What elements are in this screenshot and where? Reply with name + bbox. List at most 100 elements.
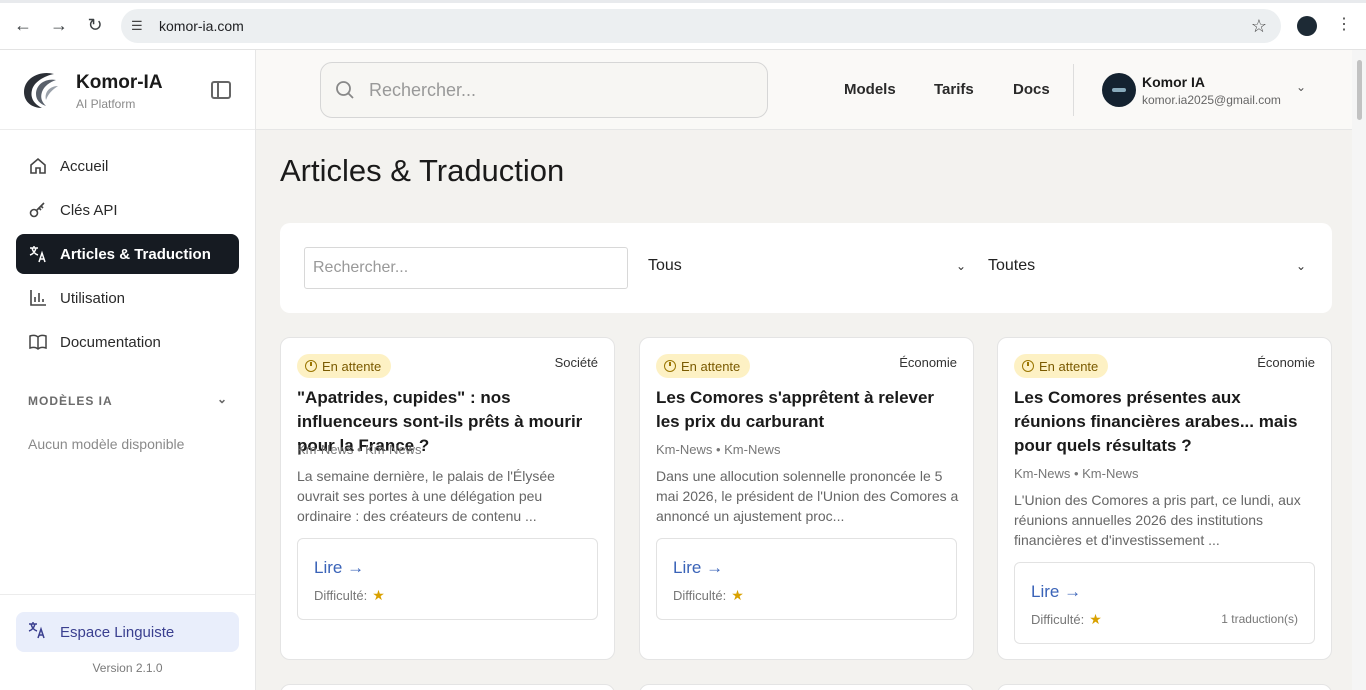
key-icon (28, 200, 48, 220)
nav-link-models[interactable]: Models (844, 81, 896, 98)
tab-strip (0, 0, 1366, 3)
article-category: Économie (1257, 355, 1315, 370)
page-scrollbar[interactable] (1352, 50, 1366, 690)
article-card[interactable]: En attente Société "Apatrides, cupides" … (280, 337, 615, 660)
site-info-icon[interactable]: ☰ (131, 18, 151, 34)
global-search[interactable] (320, 62, 768, 118)
scrollbar-thumb[interactable] (1357, 60, 1362, 120)
sidebar-item-label: Articles & Traduction (60, 245, 211, 263)
back-icon[interactable]: ← (12, 14, 34, 36)
read-link[interactable]: Lire → (673, 558, 723, 578)
clock-icon (305, 360, 317, 372)
article-action-box: Lire → Difficulté: ★ (297, 538, 598, 620)
browser-menu-icon[interactable]: ⋮ (1336, 14, 1352, 34)
article-title[interactable]: Les Comores s'apprêtent à relever les pr… (656, 386, 959, 434)
category-select[interactable]: Toutes ⌄ (988, 257, 1306, 275)
sidebar: Komor-IA AI Platform Accueil Clés API Ar… (0, 50, 256, 690)
read-link[interactable]: Lire → (1031, 582, 1081, 602)
url-text[interactable]: komor-ia.com (159, 18, 244, 34)
clock-icon (1022, 360, 1034, 372)
models-heading: MODÈLES IA (28, 394, 113, 408)
reload-icon[interactable]: ↻ (84, 14, 106, 36)
article-card[interactable] (280, 684, 615, 690)
status-badge-label: En attente (1039, 358, 1099, 374)
chevron-down-icon: ⌄ (1295, 259, 1306, 273)
translate-icon (28, 621, 48, 644)
nav-link-docs[interactable]: Docs (1013, 81, 1050, 98)
sidebar-item-label: Utilisation (60, 289, 126, 307)
translation-count: 1 traduction(s) (1221, 612, 1298, 626)
bookmark-star-icon[interactable]: ☆ (1251, 16, 1267, 37)
sidebar-item-cles-api[interactable]: Clés API (16, 190, 239, 230)
status-select[interactable]: Tous ⌄ (648, 257, 966, 275)
status-badge: En attente (1014, 354, 1109, 378)
sidebar-item-utilisation[interactable]: Utilisation (16, 278, 239, 318)
translate-icon (28, 244, 48, 264)
search-icon (335, 80, 355, 100)
sidebar-item-articles-traduction[interactable]: Articles & Traduction (16, 234, 239, 274)
article-search-input[interactable] (304, 247, 628, 289)
models-empty-text: Aucun modèle disponible (28, 436, 185, 452)
article-card[interactable] (639, 684, 974, 690)
home-icon (28, 156, 48, 176)
browser-profile-avatar[interactable] (1297, 16, 1317, 36)
user-name[interactable]: Komor IA (1142, 74, 1205, 90)
clock-icon (664, 360, 676, 372)
difficulty: Difficulté: ★ (314, 587, 385, 604)
sidebar-item-accueil[interactable]: Accueil (16, 146, 239, 186)
difficulty: Difficulté: ★ (673, 587, 744, 604)
sidebar-footer: Espace Linguiste Version 2.1.0 (0, 594, 255, 690)
article-action-box: Lire → Difficulté: ★ 1 traduction(s) (1014, 562, 1315, 644)
article-action-box: Lire → Difficulté: ★ (656, 538, 957, 620)
article-title[interactable]: Les Comores présentes aux réunions finan… (1014, 386, 1317, 458)
star-icon: ★ (731, 587, 744, 603)
filters-panel: Tous ⌄ Toutes ⌄ (280, 223, 1332, 313)
avatar[interactable] (1102, 73, 1136, 107)
article-excerpt: L'Union des Comores a pris part, ce lund… (1014, 492, 1301, 548)
read-link[interactable]: Lire → (314, 558, 364, 578)
difficulty-label: Difficulté: (1031, 612, 1085, 627)
linguist-space-button[interactable]: Espace Linguiste (16, 612, 239, 652)
brand-subtitle: AI Platform (76, 97, 136, 111)
article-card[interactable] (997, 684, 1332, 690)
difficulty-label: Difficulté: (314, 588, 368, 603)
difficulty-label: Difficulté: (673, 588, 727, 603)
article-excerpt: Dans une allocution solennelle prononcée… (656, 468, 959, 524)
star-icon: ★ (1089, 611, 1102, 627)
chevron-down-icon[interactable]: ⌄ (217, 392, 228, 406)
komor-ia-logo (24, 72, 58, 108)
address-bar[interactable]: ☰ komor-ia.com ☆ (121, 9, 1281, 43)
article-excerpt: La semaine dernière, le palais de l'Élys… (297, 468, 555, 524)
article-category: Économie (899, 355, 957, 370)
category-select-value: Toutes (988, 257, 1036, 274)
linguist-label: Espace Linguiste (60, 623, 175, 641)
models-section-toggle[interactable]: MODÈLES IA ⌄ (28, 392, 228, 408)
user-email[interactable]: komor.ia2025@gmail.com (1142, 93, 1281, 107)
sidebar-collapse-icon[interactable] (211, 81, 231, 99)
global-search-input[interactable] (369, 79, 749, 101)
article-card[interactable]: En attente Économie Les Comores présente… (997, 337, 1332, 660)
version-text: Version 2.1.0 (92, 661, 163, 675)
article-source: Km-News • Km-News (1014, 466, 1139, 481)
sidebar-item-label: Accueil (60, 157, 109, 175)
brand-name: Komor-IA (76, 72, 163, 93)
star-icon: ★ (372, 587, 385, 603)
forward-icon[interactable]: → (48, 14, 70, 36)
sidebar-item-documentation[interactable]: Documentation (16, 322, 239, 362)
chevron-down-icon: ⌄ (955, 259, 966, 273)
difficulty: Difficulté: ★ (1031, 611, 1102, 628)
sidebar-nav: Accueil Clés API Articles & Traduction U… (16, 146, 239, 366)
brand-header: Komor-IA AI Platform (0, 50, 255, 130)
status-select-value: Tous (648, 257, 682, 274)
article-source: Km-News • Km-News (656, 442, 781, 457)
bar-chart-icon (28, 288, 48, 308)
page-title: Articles & Traduction (280, 153, 565, 188)
article-category: Société (554, 355, 598, 370)
nav-link-tarifs[interactable]: Tarifs (934, 81, 974, 98)
chevron-down-icon[interactable]: ⌄ (1296, 80, 1306, 94)
article-source: Km-News • Km-News (297, 442, 422, 457)
article-card[interactable]: En attente Économie Les Comores s'apprêt… (639, 337, 974, 660)
header-divider (1073, 64, 1074, 116)
status-badge-label: En attente (681, 358, 741, 374)
browser-toolbar: ← → ↻ ☰ komor-ia.com ☆ ⋮ (0, 0, 1366, 50)
